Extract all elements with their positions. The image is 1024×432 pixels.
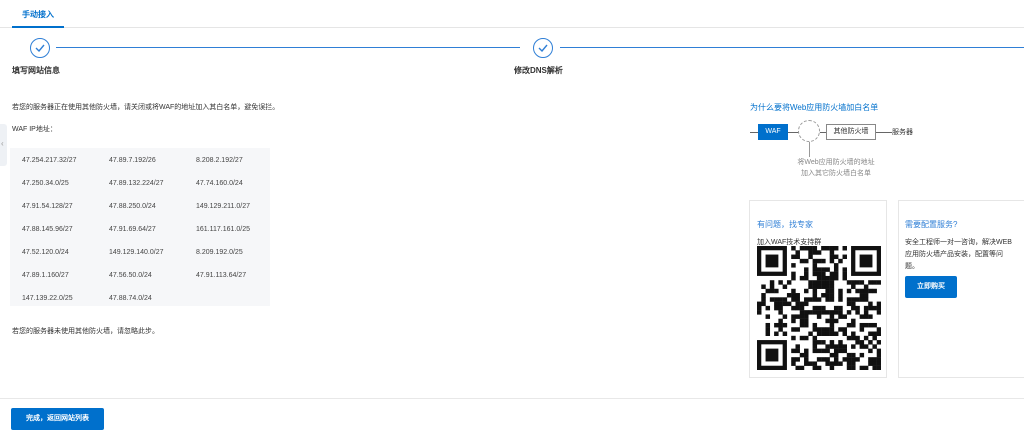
step-connector — [56, 47, 520, 48]
buy-now-button[interactable]: 立即购买 — [905, 276, 957, 298]
done-return-button[interactable]: 完成，返回网站列表 — [11, 408, 104, 430]
ip-item: 47.250.34.0/25 — [22, 180, 69, 187]
ip-item: 47.91.54.128/27 — [22, 203, 73, 210]
ip-item: 161.117.161.0/25 — [196, 226, 250, 233]
service-card-desc-line: 应用防火墙产品安装，配置等问 — [905, 251, 1003, 258]
firewall-note: 若您的服务器正在使用其他防火墙，请关闭或将WAF的地址加入其白名单，避免误拦。 — [12, 104, 280, 111]
step-title-dns: 修改DNS解析 — [514, 66, 563, 75]
ip-item: 149.129.140.0/27 — [109, 249, 164, 256]
server-node: 服务器 — [892, 129, 913, 136]
no-firewall-note: 若您的服务器未使用其他防火墙，请忽略此步。 — [12, 328, 159, 335]
whitelist-note: 将Web应用防火墙的地址 加入其它防火墙白名单 — [786, 157, 886, 179]
waf-node: WAF — [758, 124, 788, 140]
ip-item: 47.89.1.160/27 — [22, 272, 69, 279]
qr-code-icon — [757, 246, 882, 371]
service-card-desc-line: 安全工程师一对一咨询，解决WEB — [905, 239, 1012, 246]
ip-item: 47.74.160.0/24 — [196, 180, 243, 187]
tab-manual-access[interactable]: 手动接入 — [12, 0, 64, 28]
ip-item: 47.254.217.32/27 — [22, 157, 77, 164]
service-card-desc-line: 题。 — [905, 263, 919, 270]
ip-item: 149.129.211.0/27 — [196, 203, 250, 210]
whitelist-slot-icon — [798, 120, 820, 142]
chevron-left-icon: ‹ — [1, 139, 4, 148]
step-complete-icon — [533, 38, 553, 58]
step-connector — [560, 47, 1024, 48]
expert-card-title: 有问题，找专家 — [757, 220, 813, 229]
tab-bar: 手动接入 — [0, 0, 1024, 28]
whitelist-note-line: 将Web应用防火墙的地址 — [797, 159, 875, 166]
check-icon — [538, 44, 548, 52]
ip-item: 47.89.132.224/27 — [109, 180, 164, 187]
ip-item: 47.91.69.64/27 — [109, 226, 156, 233]
ip-item: 47.56.50.0/24 — [109, 272, 152, 279]
footer-divider — [0, 398, 1024, 399]
ip-item: 47.88.250.0/24 — [109, 203, 156, 210]
waf-ip-label: WAF IP地址： — [12, 126, 57, 133]
ip-item: 47.88.145.96/27 — [22, 226, 73, 233]
whitelist-help-link[interactable]: 为什么要将Web应用防火墙加白名单 — [750, 102, 878, 113]
note-pointer — [809, 142, 810, 157]
collapse-handle[interactable]: ‹ — [0, 124, 7, 166]
ip-item: 8.208.2.192/27 — [196, 157, 243, 164]
ip-item: 8.209.192.0/25 — [196, 249, 243, 256]
whitelist-note-line: 加入其它防火墙白名单 — [801, 170, 871, 177]
step-complete-icon — [30, 38, 50, 58]
firewall-node: 其他防火墙 — [826, 124, 876, 140]
ip-item: 47.88.74.0/24 — [109, 295, 152, 302]
ip-item: 147.139.22.0/25 — [22, 295, 73, 302]
step-title-site-info: 填写网站信息 — [12, 66, 60, 75]
service-card-desc: 安全工程师一对一咨询，解决WEB 应用防火墙产品安装，配置等问 题。 — [905, 237, 1012, 273]
service-card-title: 需要配置服务? — [905, 220, 958, 229]
ip-item: 47.52.120.0/24 — [22, 249, 69, 256]
ip-item: 47.91.113.64/27 — [196, 272, 247, 279]
check-icon — [35, 44, 45, 52]
ip-item: 47.89.7.192/26 — [109, 157, 156, 164]
